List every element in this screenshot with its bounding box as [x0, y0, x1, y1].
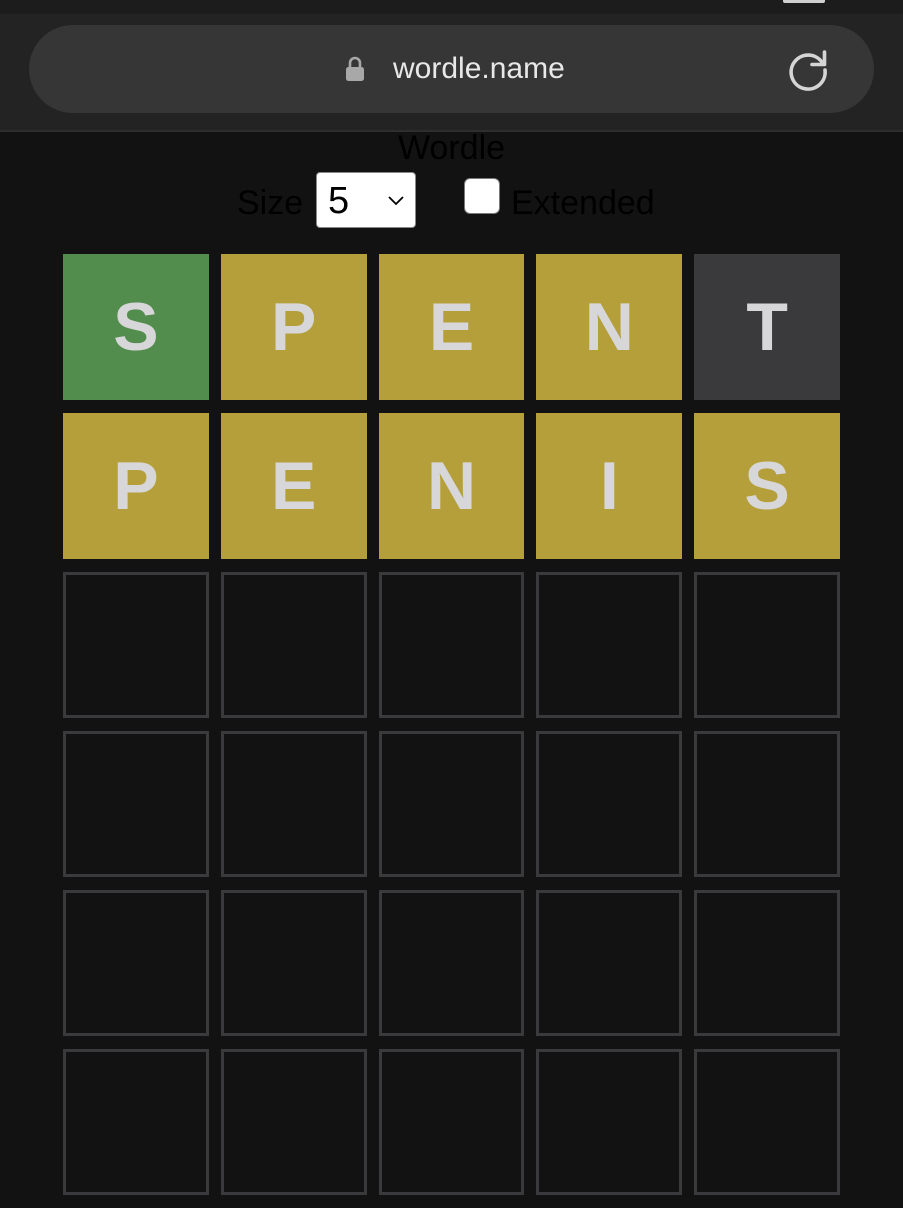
- tile-empty: [63, 731, 209, 877]
- browser-toolbar: wordle.name: [0, 0, 903, 132]
- status-strip: [0, 0, 903, 14]
- size-label: Size: [237, 184, 304, 222]
- game-board: SPENTPENIS: [63, 254, 840, 1208]
- board-row: PENIS: [63, 413, 840, 559]
- size-select-value: 5: [328, 180, 350, 222]
- board-row: [63, 731, 840, 877]
- tile-empty: [220, 890, 367, 1036]
- tile-present: S: [694, 413, 840, 559]
- tile-empty: [220, 572, 367, 718]
- tile-empty: [220, 731, 367, 877]
- tile-empty: [536, 890, 683, 1036]
- url-text[interactable]: wordle.name: [393, 49, 565, 89]
- tile-empty: [694, 731, 840, 877]
- status-indicator: [783, 0, 825, 3]
- tile-present: N: [378, 413, 525, 559]
- tile-absent: T: [694, 254, 840, 400]
- tile-empty: [694, 572, 840, 718]
- lock-icon: [346, 56, 364, 81]
- tile-empty: [63, 1049, 209, 1195]
- tile-empty: [378, 731, 525, 877]
- tile-correct: S: [63, 254, 209, 400]
- tile-empty: [378, 890, 525, 1036]
- tile-empty: [536, 572, 683, 718]
- tile-empty: [694, 1049, 840, 1195]
- tile-present: I: [536, 413, 683, 559]
- tile-empty: [63, 890, 209, 1036]
- tile-present: P: [220, 254, 367, 400]
- tile-empty: [220, 1049, 367, 1195]
- chevron-down-icon: [388, 196, 404, 206]
- tile-present: E: [378, 254, 525, 400]
- tile-present: E: [220, 413, 367, 559]
- tile-empty: [694, 890, 840, 1036]
- extended-label: Extended: [511, 184, 655, 222]
- tile-present: N: [536, 254, 683, 400]
- board-row: SPENT: [63, 254, 840, 400]
- extended-checkbox[interactable]: [464, 178, 500, 214]
- tile-empty: [63, 572, 209, 718]
- page-title: Wordle: [397, 129, 506, 167]
- board-row: [63, 572, 840, 718]
- board-row: [63, 890, 840, 1036]
- tile-empty: [536, 1049, 683, 1195]
- tile-empty: [378, 1049, 525, 1195]
- tile-empty: [536, 731, 683, 877]
- tile-present: P: [63, 413, 209, 559]
- tile-empty: [378, 572, 525, 718]
- size-select[interactable]: 5: [316, 172, 416, 228]
- reload-icon[interactable]: [784, 46, 832, 94]
- board-row: [63, 1049, 840, 1195]
